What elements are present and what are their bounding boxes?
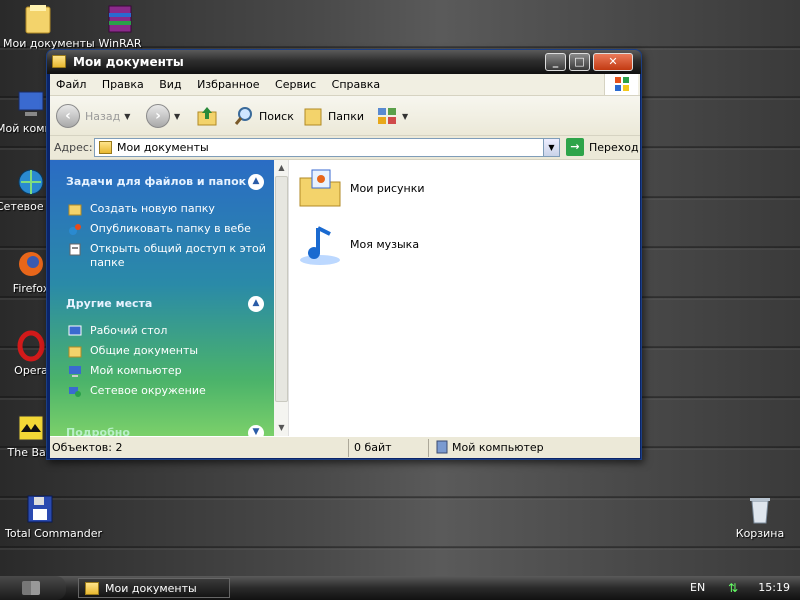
- share-folder-icon: [69, 243, 81, 256]
- desktop-icon-my-documents[interactable]: Мои документы: [3, 3, 95, 50]
- status-bar: Объектов: 2 0 байт Мой компьютер: [50, 436, 640, 458]
- expand-icon[interactable]: ▼: [248, 425, 264, 436]
- folders-button[interactable]: Папки: [302, 102, 364, 130]
- back-arrow-icon: ‹: [56, 104, 80, 128]
- vertical-scrollbar[interactable]: ▲ ▼: [274, 160, 289, 436]
- network-globe-icon: [15, 166, 47, 198]
- menu-help[interactable]: Справка: [326, 74, 386, 96]
- floppy-disk-icon: [24, 493, 56, 525]
- views-button[interactable]: ▼: [376, 102, 408, 130]
- computer-icon: [436, 440, 448, 454]
- my-music-folder-icon: [300, 226, 340, 265]
- recycle-bin-icon: [744, 493, 776, 525]
- address-bar: Адрес: Мои документы ▼ → Переход: [50, 136, 640, 160]
- places-panel-title[interactable]: Другие места: [66, 297, 152, 310]
- computer-icon: [69, 366, 81, 377]
- network-status-icon[interactable]: ⇅: [728, 581, 742, 595]
- chevron-down-icon: ▼: [402, 111, 409, 121]
- desktop-icon-winrar[interactable]: WinRAR: [85, 3, 155, 50]
- window-title: Мои документы: [73, 55, 184, 69]
- chevron-down-icon[interactable]: ▼: [174, 112, 180, 121]
- up-folder-icon: [197, 107, 217, 126]
- explorer-window[interactable]: Мои документы _ □ ✕ Файл Правка Вид Избр…: [46, 49, 642, 460]
- opera-icon: [15, 330, 47, 362]
- go-button[interactable]: → Переход: [566, 138, 639, 156]
- network-icon: [69, 387, 81, 397]
- start-button[interactable]: [0, 576, 66, 600]
- scroll-down-icon[interactable]: ▼: [274, 420, 289, 435]
- taskbar: Мои документы EN ⇅ 15:19: [0, 576, 800, 600]
- menu-tools[interactable]: Сервис: [269, 74, 322, 96]
- task-pane: Задачи для файлов и папок ▲ Создать нову…: [50, 160, 274, 436]
- folder-icon: [99, 141, 112, 154]
- place-desktop[interactable]: Рабочий стол: [68, 324, 270, 338]
- go-arrow-icon: →: [566, 138, 584, 156]
- folder-icon: [85, 581, 99, 595]
- new-folder-icon: [68, 204, 82, 216]
- status-object-count: Объектов: 2: [52, 441, 123, 454]
- task-create-folder[interactable]: Создать новую папку: [68, 202, 270, 216]
- file-item-my-pictures[interactable]: Мои рисунки: [296, 164, 425, 212]
- search-icon: [234, 107, 252, 125]
- collapse-icon[interactable]: ▲: [248, 296, 264, 312]
- minimize-button[interactable]: _: [545, 53, 566, 71]
- task-share-folder[interactable]: Открыть общий доступ к этой папке: [68, 242, 270, 270]
- title-bar[interactable]: Мои документы _ □ ✕: [47, 50, 641, 74]
- firefox-icon: [15, 248, 47, 280]
- scroll-up-icon[interactable]: ▲: [274, 160, 289, 175]
- folder-icon: [68, 346, 82, 358]
- the-bat-icon: [15, 412, 47, 444]
- toolbar: ‹ Назад ▼ › ▼ Поиск Папки ▼: [50, 96, 640, 136]
- clock[interactable]: 15:19: [758, 581, 790, 594]
- address-input[interactable]: Мои документы ▼: [94, 138, 560, 157]
- publish-web-icon: [69, 224, 81, 235]
- status-size: 0 байт: [354, 441, 392, 454]
- folders-icon: [304, 108, 322, 126]
- windows-logo-icon: [22, 581, 40, 595]
- menu-bar: Файл Правка Вид Избранное Сервис Справка: [50, 74, 640, 96]
- tasks-panel-title[interactable]: Задачи для файлов и папок: [66, 175, 246, 188]
- file-list: ▲ ▼ Мои рисунки Моя музыка: [274, 160, 640, 436]
- search-button[interactable]: Поиск: [233, 102, 294, 130]
- maximize-button[interactable]: □: [569, 53, 590, 71]
- views-icon: [378, 108, 396, 124]
- menu-view[interactable]: Вид: [153, 74, 187, 96]
- taskbar-item-my-documents[interactable]: Мои документы: [78, 578, 230, 598]
- collapse-icon[interactable]: ▲: [248, 174, 264, 190]
- scroll-thumb[interactable]: [275, 176, 288, 402]
- place-shared-documents[interactable]: Общие документы: [68, 344, 270, 358]
- forward-arrow-icon: ›: [146, 104, 170, 128]
- chevron-down-icon[interactable]: ▼: [543, 139, 559, 156]
- desktop-icon-recycle-bin[interactable]: Корзина: [725, 493, 795, 540]
- computer-icon: [15, 88, 47, 120]
- file-item-my-music[interactable]: Моя музыка: [296, 220, 419, 268]
- details-panel-title[interactable]: Подробно: [66, 426, 130, 436]
- place-my-computer[interactable]: Мой компьютер: [68, 364, 270, 378]
- folder-icon: [22, 3, 54, 35]
- task-publish-web[interactable]: Опубликовать папку в вебе: [68, 222, 270, 236]
- close-button[interactable]: ✕: [593, 53, 633, 71]
- my-pictures-folder-icon: [299, 169, 341, 207]
- winrar-icon: [104, 3, 136, 35]
- windows-logo-icon: [604, 74, 638, 95]
- folder-icon: [52, 55, 66, 68]
- status-location: Мой компьютер: [452, 441, 544, 454]
- menu-favorites[interactable]: Избранное: [191, 74, 265, 96]
- forward-button[interactable]: › ▼: [146, 102, 180, 130]
- desktop-icon: [68, 325, 82, 336]
- language-indicator[interactable]: EN: [690, 581, 705, 594]
- system-tray: EN ⇅ 15:19: [690, 576, 800, 600]
- up-folder-button[interactable]: [196, 102, 218, 130]
- menu-edit[interactable]: Правка: [96, 74, 150, 96]
- desktop-icon-total-commander[interactable]: Total Commander: [5, 493, 102, 540]
- place-network[interactable]: Сетевое окружение: [68, 384, 270, 398]
- back-button[interactable]: ‹ Назад ▼: [56, 102, 130, 130]
- menu-file[interactable]: Файл: [50, 74, 92, 96]
- chevron-down-icon[interactable]: ▼: [124, 112, 130, 121]
